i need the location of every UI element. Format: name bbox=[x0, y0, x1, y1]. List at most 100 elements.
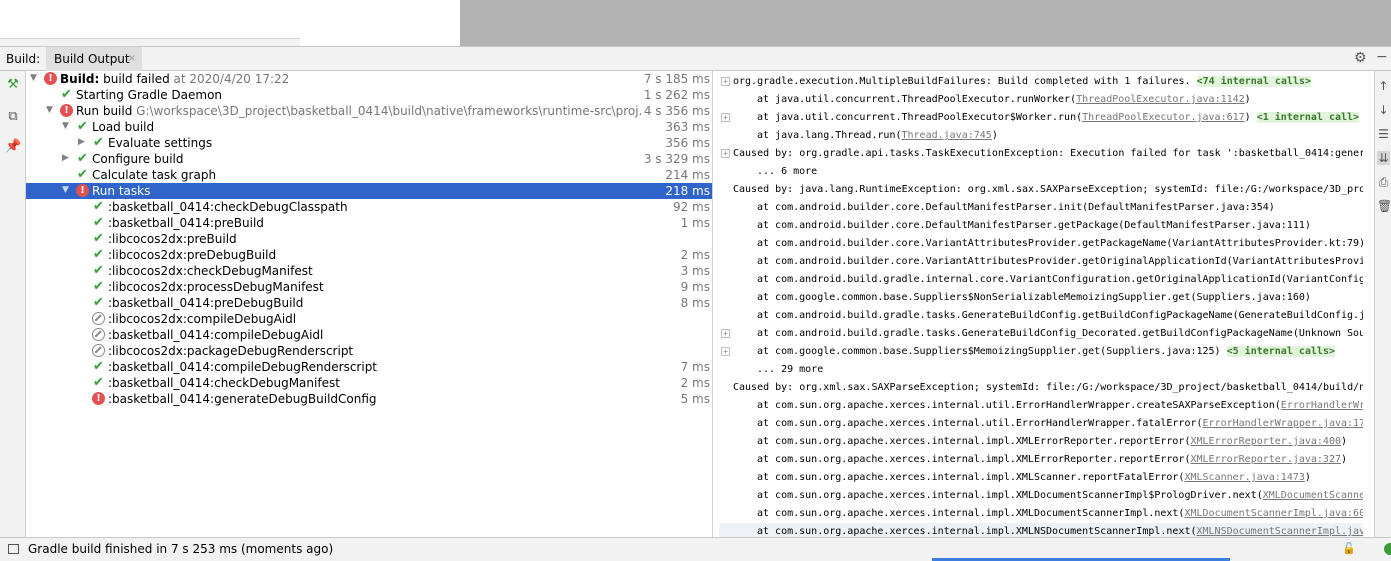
tab-build-output[interactable]: Build Output × bbox=[46, 47, 142, 71]
tree-row[interactable]: ✔:libcocos2dx:checkDebugManifest 3 ms bbox=[26, 263, 712, 279]
pin-icon[interactable]: 📌 bbox=[5, 139, 21, 155]
console-line: at com.sun.org.apache.xerces.internal.im… bbox=[719, 469, 1363, 487]
tree-row-duration: 1 s 262 ms bbox=[643, 88, 710, 102]
toolwindows-toggle-icon[interactable] bbox=[8, 544, 19, 554]
success-check-icon: ✔ bbox=[93, 263, 104, 278]
source-link[interactable]: XMLDocumentScannerImpl.java:602 bbox=[1184, 508, 1363, 519]
console-output[interactable]: + org.gradle.execution.MultipleBuildFailu… bbox=[719, 71, 1363, 537]
internal-calls-fold[interactable]: <5 internal calls> bbox=[1226, 346, 1335, 357]
tree-row[interactable]: ▶ ✔ Evaluate settings 356 ms bbox=[26, 135, 712, 151]
tree-row-label: :libcocos2dx:preBuild bbox=[108, 232, 237, 246]
soft-wrap-icon[interactable]: ☰ bbox=[1377, 127, 1390, 141]
fold-toggle-icon[interactable]: + bbox=[721, 149, 730, 158]
source-link[interactable]: XMLNSDocumentScannerImpl.java:112 bbox=[1197, 526, 1364, 537]
tree-row[interactable]: :basketball_0414:compileDebugAidl bbox=[26, 327, 712, 343]
fold-toggle-icon[interactable]: + bbox=[721, 347, 730, 356]
tree-row[interactable]: ▼ ✔ Load build 363 ms bbox=[26, 119, 712, 135]
chevron-down-icon[interactable]: ▼ bbox=[46, 105, 53, 115]
console-line-text: at com.google.common.base.Suppliers$Memo… bbox=[757, 346, 1335, 357]
tree-row[interactable]: ✔ Calculate task graph 214 ms bbox=[26, 167, 712, 183]
splitter[interactable] bbox=[712, 71, 713, 537]
scroll-end-icon[interactable]: ⇊ bbox=[1377, 151, 1390, 165]
tree-row[interactable]: ✔:basketball_0414:preDebugBuild 8 ms bbox=[26, 295, 712, 311]
chevron-right-icon[interactable]: ▶ bbox=[62, 153, 69, 163]
source-link[interactable]: Thread.java:745 bbox=[902, 130, 992, 141]
console-line-text: Caused by: org.xml.sax.SAXParseException… bbox=[733, 382, 1363, 393]
tree-row[interactable]: ▶ ✔ Configure build 3 s 329 ms bbox=[26, 151, 712, 167]
error-icon: ! bbox=[76, 184, 89, 197]
tree-row-label: :basketball_0414:compileDebugAidl bbox=[108, 328, 324, 342]
console-line: + at java.util.concurrent.ThreadPoolExecu… bbox=[719, 109, 1363, 127]
tree-row[interactable]: :libcocos2dx:packageDebugRenderscript bbox=[26, 343, 712, 359]
console-line: + at com.google.common.base.Suppliers$Mem… bbox=[719, 343, 1363, 361]
source-link[interactable]: XMLDocumentScannerImpl.ja bbox=[1263, 490, 1363, 501]
tree-row[interactable]: ✔ Starting Gradle Daemon 1 s 262 ms bbox=[26, 87, 712, 103]
fold-toggle-icon[interactable]: + bbox=[721, 77, 730, 86]
chevron-down-icon[interactable]: ▼ bbox=[62, 121, 69, 131]
tree-row[interactable]: ✔:libcocos2dx:processDebugManifest 9 ms bbox=[26, 279, 712, 295]
tree-row-label: :basketball_0414:preDebugBuild bbox=[108, 296, 304, 310]
left-toolbar: ⚒ ⧉ 📌 bbox=[0, 71, 26, 537]
console-line: at com.android.builder.core.DefaultManif… bbox=[719, 217, 1363, 235]
source-link[interactable]: ErrorHandlerWrapper.ja bbox=[1281, 400, 1363, 411]
source-link[interactable]: ErrorHandlerWrapper.java:177 bbox=[1203, 418, 1363, 429]
tree-row[interactable]: ✔:basketball_0414:preBuild 1 ms bbox=[26, 215, 712, 231]
source-link[interactable]: XMLErrorReporter.java:400 bbox=[1190, 436, 1341, 447]
fold-toggle-icon[interactable]: + bbox=[721, 329, 730, 338]
tree-row[interactable]: ▼! Run tasks 218 ms bbox=[26, 183, 712, 199]
console-line-text: Caused by: java.lang.RuntimeException: o… bbox=[733, 184, 1363, 195]
source-link[interactable]: XMLScanner.java:1473 bbox=[1184, 472, 1304, 483]
console-line-text: at com.sun.org.apache.xerces.internal.ut… bbox=[757, 397, 1363, 415]
skipped-icon bbox=[92, 344, 105, 357]
tree-row[interactable]: ✔:basketball_0414:checkDebugClasspath 92 … bbox=[26, 199, 712, 215]
console-line-text: at com.sun.org.apache.xerces.internal.im… bbox=[757, 523, 1363, 537]
hub-icon[interactable] bbox=[1384, 543, 1391, 555]
tree-row-label: :libcocos2dx:preDebugBuild bbox=[108, 248, 277, 262]
tab-build-output-label: Build Output bbox=[54, 52, 130, 66]
console-line: Caused by: java.lang.RuntimeException: o… bbox=[719, 181, 1363, 199]
up-arrow-icon[interactable]: ↑ bbox=[1377, 79, 1390, 93]
tree-row[interactable]: ✔:libcocos2dx:preDebugBuild 2 ms bbox=[26, 247, 712, 263]
internal-calls-fold[interactable]: <74 internal calls> bbox=[1196, 76, 1311, 87]
down-arrow-icon[interactable]: ↓ bbox=[1377, 103, 1390, 117]
tree-row-label: :basketball_0414:preBuild bbox=[108, 216, 264, 230]
minus-icon[interactable]: − bbox=[1376, 49, 1388, 65]
lock-icon[interactable]: 🔓 bbox=[1342, 542, 1356, 555]
tree-row-duration: 363 ms bbox=[665, 120, 710, 134]
trash-icon[interactable]: 🗑 bbox=[1377, 199, 1391, 213]
tree-row[interactable]: !:basketball_0414:generateDebugBuildConf… bbox=[26, 391, 712, 407]
tree-row-duration: 2 ms bbox=[680, 376, 710, 390]
tree-row[interactable]: :libcocos2dx:compileDebugAidl bbox=[26, 311, 712, 327]
chevron-down-icon[interactable]: ▼ bbox=[62, 185, 69, 195]
success-check-icon: ✔ bbox=[93, 135, 104, 150]
console-line: at java.util.concurrent.ThreadPoolExecut… bbox=[719, 91, 1363, 109]
fold-toggle-icon[interactable]: + bbox=[721, 113, 730, 122]
gear-icon[interactable]: ⚙ bbox=[1354, 50, 1367, 66]
internal-calls-fold[interactable]: <1 internal call> bbox=[1256, 112, 1360, 123]
tree-row-label: :basketball_0414:checkDebugClasspath bbox=[108, 200, 348, 214]
tree-row[interactable]: ✔:basketball_0414:checkDebugManifest 2 ms bbox=[26, 375, 712, 391]
tree-row[interactable]: ✔:basketball_0414:compileDebugRenderscri… bbox=[26, 359, 712, 375]
tree-row[interactable]: ▼! Run build G:\workspace\3D_project\bask… bbox=[26, 103, 712, 119]
tree-row-duration: 92 ms bbox=[672, 200, 710, 214]
console-line: at com.google.common.base.Suppliers$NonS… bbox=[719, 289, 1363, 307]
source-link[interactable]: XMLErrorReporter.java:327 bbox=[1190, 454, 1341, 465]
success-check-icon: ✔ bbox=[77, 151, 88, 166]
copy-icon[interactable]: ⧉ bbox=[5, 109, 21, 125]
success-check-icon: ✔ bbox=[93, 375, 104, 390]
tree-row[interactable]: ✔:libcocos2dx:preBuild bbox=[26, 231, 712, 247]
tree-row-label: Run tasks bbox=[92, 184, 151, 198]
tree-row-label: :libcocos2dx:compileDebugAidl bbox=[108, 312, 297, 326]
tree-row-duration: 9 ms bbox=[680, 280, 710, 294]
chevron-down-icon[interactable]: ▼ bbox=[30, 73, 37, 83]
hammer-icon[interactable]: ⚒ bbox=[5, 77, 21, 93]
console-line-text: at java.lang.Thread.run(Thread.java:745) bbox=[757, 130, 998, 141]
chevron-right-icon[interactable]: ▶ bbox=[78, 137, 85, 147]
source-link[interactable]: ThreadPoolExecutor.java:617 bbox=[1082, 112, 1245, 123]
tab-close-icon[interactable]: × bbox=[128, 53, 136, 64]
console-line-text: at com.sun.org.apache.xerces.internal.im… bbox=[757, 472, 1311, 483]
tree-row[interactable]: ▼! Build: build failed at 2020/4/20 17:22… bbox=[26, 71, 712, 87]
console-line-text: at com.android.build.gradle.tasks.Genera… bbox=[757, 328, 1363, 339]
source-link[interactable]: ThreadPoolExecutor.java:1142 bbox=[1076, 94, 1245, 105]
print-icon[interactable]: ⎙ bbox=[1377, 175, 1390, 189]
